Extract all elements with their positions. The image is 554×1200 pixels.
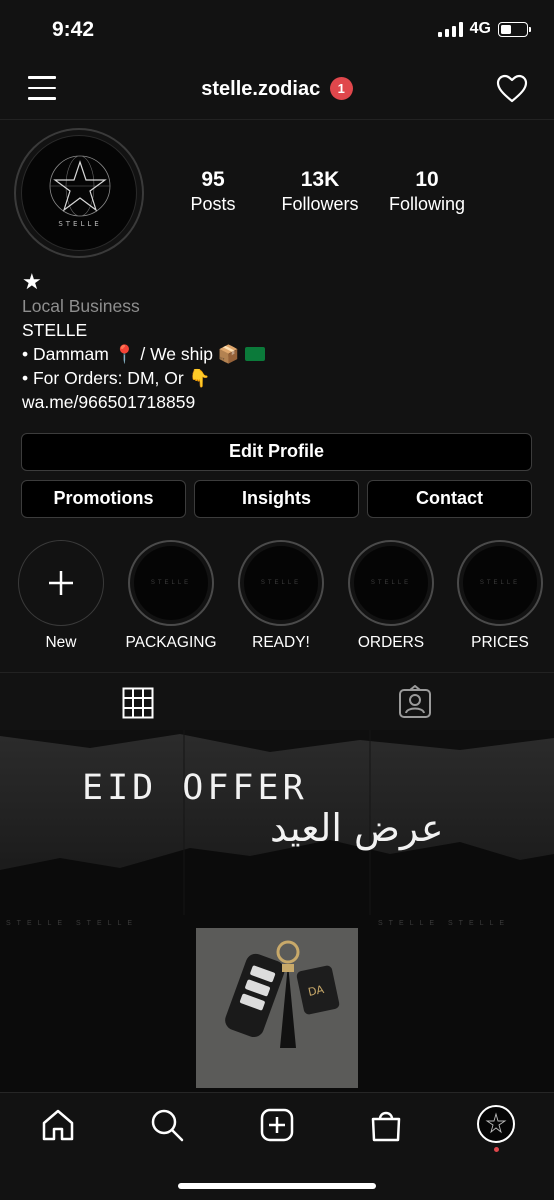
posts-label: Posts [190, 194, 236, 214]
stat-followers[interactable]: 13K Followers [272, 168, 368, 215]
followers-label: Followers [281, 194, 359, 214]
highlight-ready[interactable]: STELLE READY! [226, 540, 336, 652]
bio-line-location: • Dammam 📍 / We ship 📦 [22, 342, 532, 366]
profile-tab-avatar[interactable] [477, 1105, 515, 1143]
profile-nav-bar: stelle.zodiac 1 [0, 62, 554, 120]
highlight-cover: STELLE [134, 546, 208, 620]
avatar-image: STELLE [21, 135, 137, 251]
saudi-flag-icon [244, 347, 265, 361]
post-title-en: EID OFFER [82, 768, 308, 808]
profile-avatar-icon [485, 1112, 507, 1134]
profile-header: STELLE 95 Posts 13K Followers 10 Followi… [0, 120, 554, 270]
contact-button[interactable]: Contact [367, 480, 532, 518]
highlight-ring: STELLE [128, 540, 214, 626]
bio-location-text: • Dammam [22, 344, 109, 364]
heart-icon[interactable] [496, 74, 528, 104]
highlight-cover: STELLE [244, 546, 318, 620]
following-label: Following [388, 194, 466, 214]
home-icon[interactable] [40, 1107, 76, 1143]
highlight-label: ORDERS [357, 634, 425, 651]
highlight-ring: STELLE [348, 540, 434, 626]
grid-icon[interactable] [122, 687, 154, 719]
posts-count: 95 [201, 168, 225, 191]
stelle-logo-icon: STELLE [49, 155, 111, 228]
highlight-packaging[interactable]: STELLE PACKAGING [116, 540, 226, 652]
home-indicator[interactable] [178, 1183, 376, 1189]
pin-icon: 📍 [113, 344, 136, 364]
highlight-ring: STELLE [238, 540, 324, 626]
highlight-label: PACKAGING [125, 634, 217, 651]
highlight-label: New [45, 634, 77, 651]
profile-activity-dot [494, 1147, 499, 1152]
signal-icon [437, 21, 463, 37]
stat-following[interactable]: 10 Following [382, 168, 472, 215]
following-count: 10 [415, 168, 439, 191]
highlight-ring: STELLE [457, 540, 543, 626]
edit-profile-button[interactable]: Edit Profile [21, 433, 532, 471]
search-icon[interactable] [149, 1107, 185, 1143]
insights-button[interactable]: Insights [194, 480, 359, 518]
svg-text:STELLE: STELLE [58, 220, 101, 228]
post-title-ar: عرض العيد [270, 806, 444, 850]
bio-star: ★ [22, 269, 42, 294]
notification-badge: 1 [329, 77, 353, 100]
network-type: 4G [469, 20, 491, 37]
status-time: 9:42 [52, 18, 95, 41]
new-highlight-ring [18, 540, 104, 626]
create-post-icon[interactable] [259, 1107, 295, 1143]
profile-tabs [0, 672, 554, 730]
bio-name: STELLE [22, 320, 88, 340]
promotions-button[interactable]: Promotions [21, 480, 186, 518]
username: stelle.zodiac [201, 78, 321, 100]
status-bar: 9:42 4G [0, 0, 554, 62]
highlight-label: READY! [252, 634, 310, 651]
profile-bio: ★ Local Business STELLE • Dammam 📍 / We … [22, 270, 532, 414]
key-fob-image: DA [196, 928, 358, 1088]
bio-link[interactable]: wa.me/966501718859 [22, 390, 532, 414]
highlight-prices[interactable]: STELLE PRICES [445, 540, 554, 652]
highlight-new[interactable]: New [6, 540, 116, 652]
tagged-icon[interactable] [398, 685, 432, 719]
bio-orders-text: • For Orders: DM, Or [22, 368, 184, 388]
highlight-label: PRICES [471, 634, 529, 651]
product-photo: DA [196, 928, 358, 1088]
story-highlights: New STELLE PACKAGING STELLE READY! STELL… [0, 540, 554, 655]
status-icons: 4G [437, 20, 531, 38]
bio-shipping-text: / We ship [135, 344, 213, 364]
bio-category: Local Business [22, 296, 140, 316]
pinned-post[interactable]: EID OFFER عرض العيد STELLE STELLE STELLE… [0, 730, 554, 1092]
post-watermark-right: STELLE STELLE [378, 920, 511, 927]
battery-icon [498, 21, 531, 37]
followers-count: 13K [300, 168, 340, 191]
bio-line-orders: • For Orders: DM, Or 👇 [22, 366, 532, 390]
avatar[interactable]: STELLE [14, 128, 144, 258]
highlight-orders[interactable]: STELLE ORDERS [336, 540, 446, 652]
stat-posts[interactable]: 95 Posts [178, 168, 248, 215]
package-icon: 📦 [217, 344, 240, 364]
highlight-cover: STELLE [463, 546, 537, 620]
pointing-down-icon: 👇 [188, 368, 211, 388]
shop-icon[interactable] [368, 1107, 404, 1143]
highlight-cover: STELLE [354, 546, 428, 620]
post-watermark-left: STELLE STELLE [6, 920, 139, 927]
profile-username-switcher[interactable]: stelle.zodiac 1 [0, 77, 554, 101]
plus-icon [49, 571, 73, 595]
